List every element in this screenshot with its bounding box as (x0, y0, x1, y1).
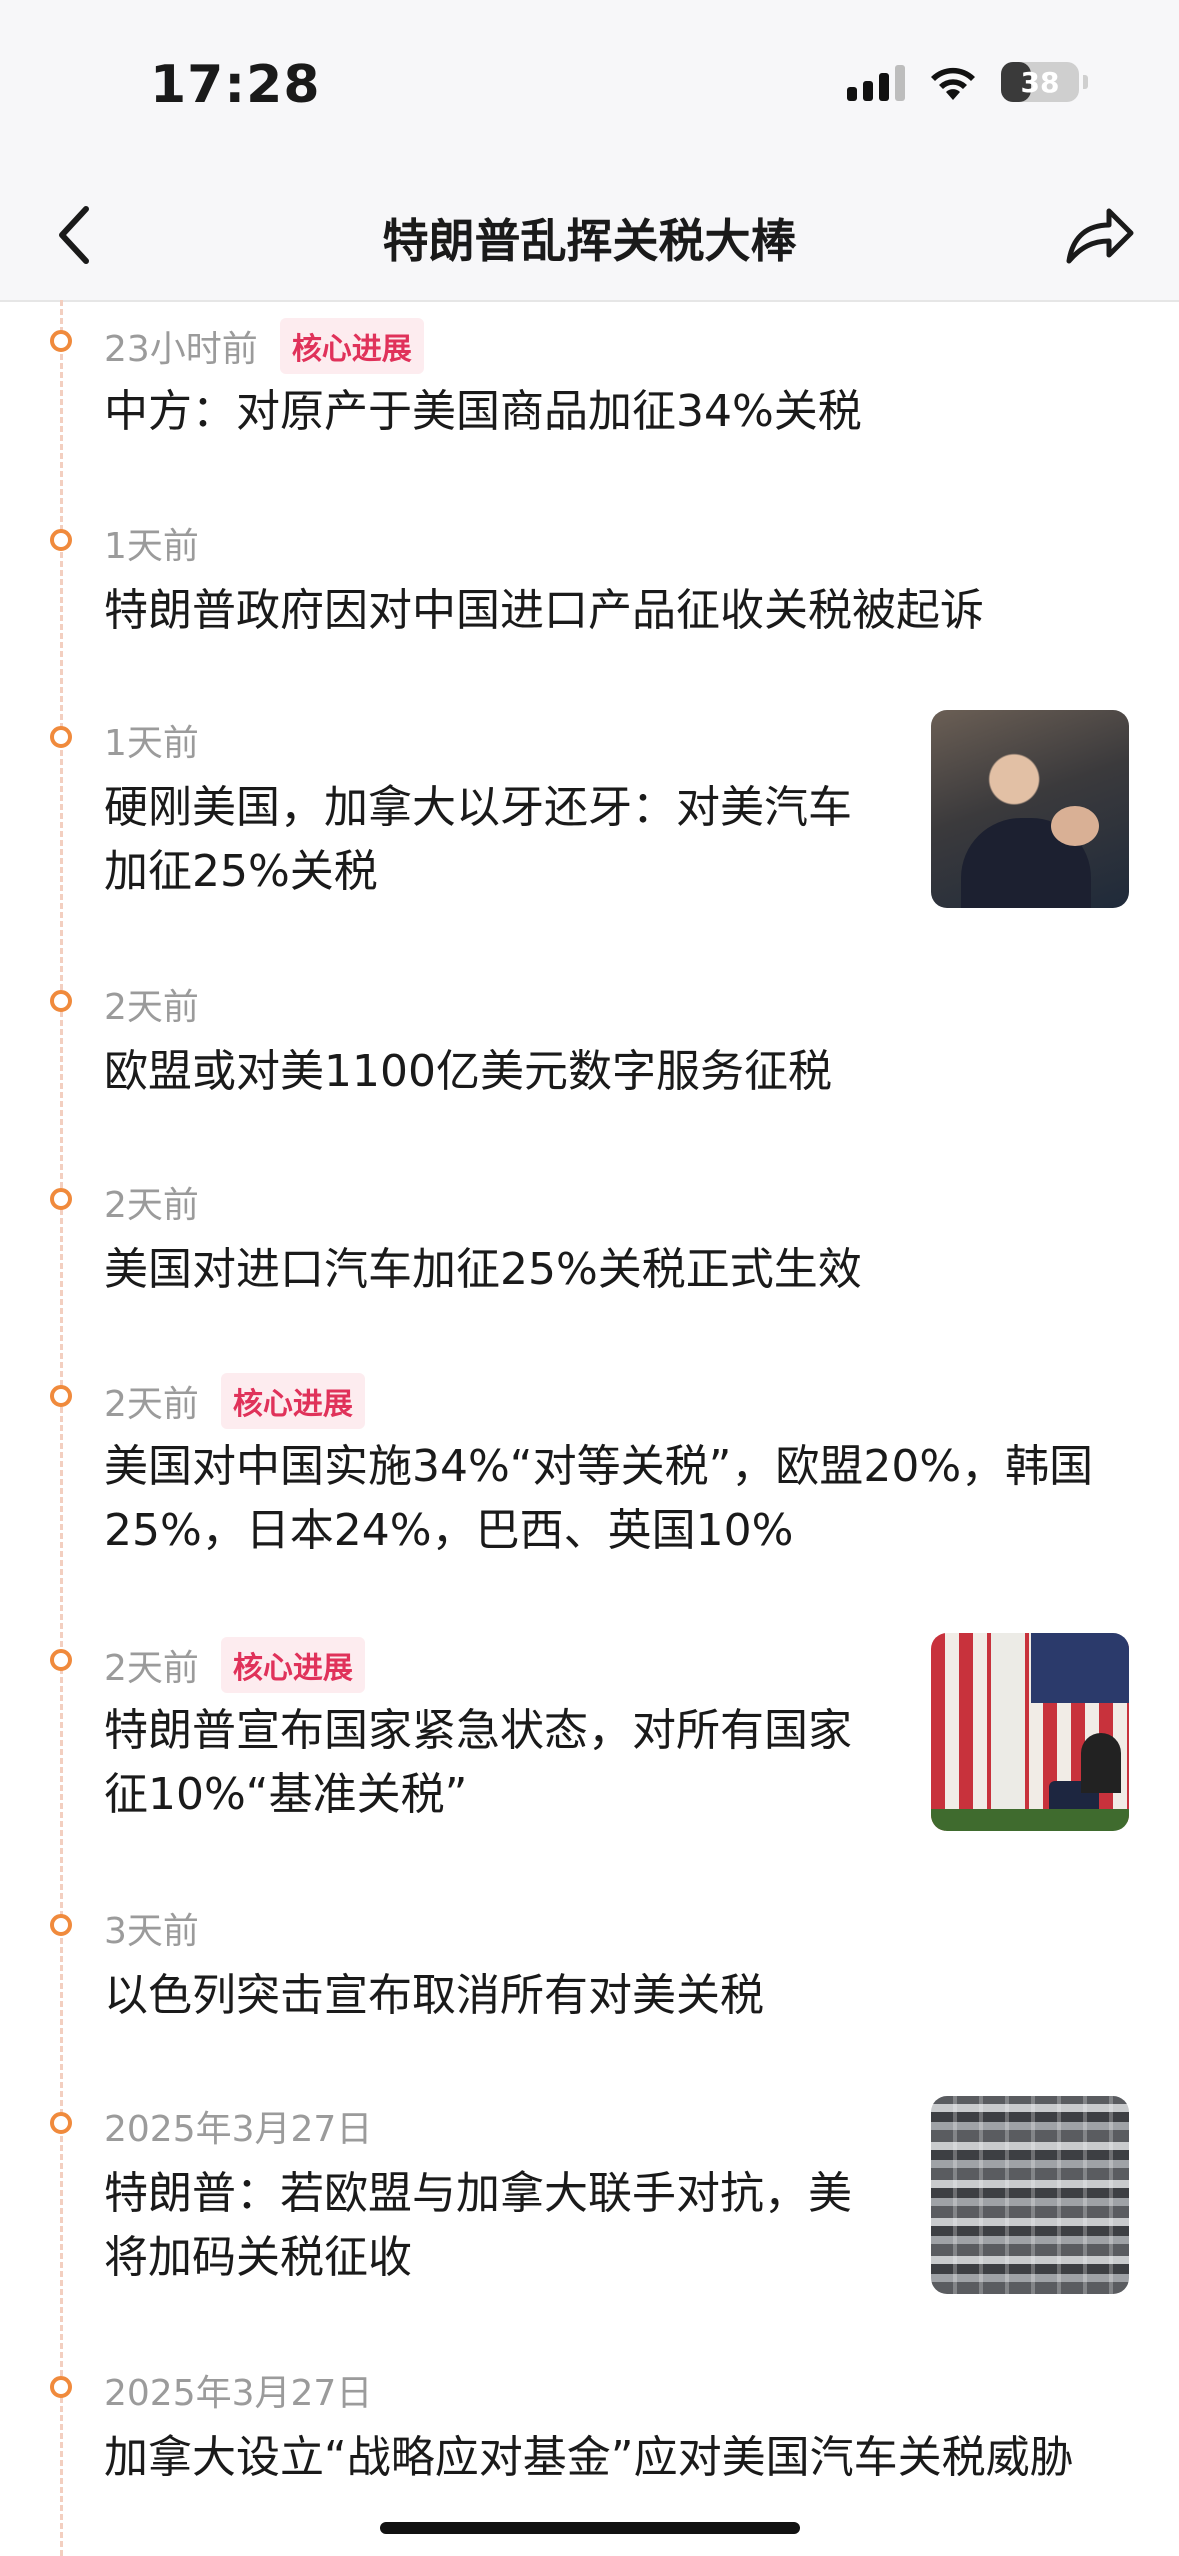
car-lot-photo (931, 2096, 1129, 2294)
core-progress-badge: 核心进展 (220, 1373, 365, 1429)
timeline-dot (50, 990, 72, 1012)
item-headline: 特朗普宣布国家紧急状态，对所有国家征10%“基准关税” (104, 1705, 852, 1820)
item-headline: 美国对进口汽车加征25%关税正式生效 (104, 1244, 862, 1295)
timeline-line (60, 300, 63, 2556)
item-headline: 硬刚美国，加拿大以牙还牙：对美汽车加征25%关税 (104, 782, 852, 897)
status-icons: 38 (847, 62, 1088, 102)
battery-level: 38 (1020, 65, 1060, 99)
share-icon[interactable] (1059, 195, 1139, 275)
item-headline: 欧盟或对美1100亿美元数字服务征税 (104, 1046, 832, 1097)
item-time: 2天前 (104, 1384, 199, 1425)
battery-icon: 38 (1001, 62, 1088, 102)
timeline-dot (50, 726, 72, 748)
timeline-dot (50, 529, 72, 551)
cellular-signal-icon (847, 63, 905, 101)
item-time: 1天前 (104, 723, 199, 764)
item-headline: 加拿大设立“战略应对基金”应对美国汽车关税威胁 (104, 2432, 1074, 2483)
timeline-dot (50, 330, 72, 352)
page-title: 特朗普乱挥关税大棒 (382, 214, 797, 268)
item-time: 1天前 (104, 526, 199, 567)
wifi-icon (931, 67, 975, 100)
speaker-photo (931, 710, 1129, 908)
item-time: 2025年3月27日 (104, 2373, 373, 2414)
item-time: 23小时前 (104, 329, 258, 370)
item-time: 3天前 (104, 1911, 199, 1952)
item-time: 2天前 (104, 987, 199, 1028)
core-progress-badge: 核心进展 (220, 1637, 365, 1693)
timeline-dot (50, 1385, 72, 1407)
hands-shape (1051, 806, 1099, 846)
item-time: 2天前 (104, 1648, 199, 1689)
item-headline: 特朗普政府因对中国进口产品征收关税被起诉 (104, 585, 984, 636)
grass-shape (931, 1809, 1129, 1831)
top-bar: 17:28 38 特朗普乱挥关税大棒 (0, 0, 1179, 302)
item-headline: 中方：对原产于美国商品加征34%关税 (104, 386, 862, 437)
item-time: 2天前 (104, 1185, 199, 1226)
home-indicator[interactable] (380, 2522, 800, 2534)
car-rows-overlay (931, 2096, 1129, 2294)
timeline-dot (50, 1188, 72, 1210)
item-headline: 特朗普：若欧盟与加拿大联手对抗，美将加码关税征收 (104, 2168, 852, 2283)
item-time: 2025年3月27日 (104, 2109, 373, 2150)
core-progress-badge: 核心进展 (279, 318, 424, 374)
timeline-dot (50, 2112, 72, 2134)
status-time: 17:28 (150, 55, 321, 115)
timeline-dot (50, 1649, 72, 1671)
flag-canton (1031, 1633, 1129, 1703)
column-shape (991, 1633, 1025, 1831)
speaker-shape (1081, 1733, 1121, 1793)
timeline-dot (50, 2376, 72, 2398)
item-headline: 美国对中国实施34%“对等关税”，欧盟20%，韩国25%，日本24%，巴西、英国… (104, 1441, 1094, 1556)
flag-podium-photo (931, 1633, 1129, 1831)
item-headline: 以色列突击宣布取消所有对美关税 (104, 1970, 764, 2021)
timeline-dot (50, 1914, 72, 1936)
